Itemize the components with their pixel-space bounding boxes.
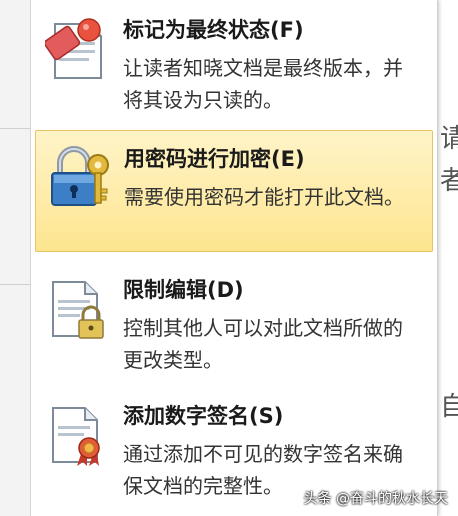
menu-item-description: 让读者知晓文档是最终版本，并将其设为只读的。: [123, 56, 403, 112]
menu-item-title: 限制编辑(D): [123, 278, 244, 302]
background-text-fragment: 请: [440, 124, 458, 154]
menu-item-title: 用密码进行加密(E): [124, 147, 305, 171]
background-text-fragment: 者: [440, 166, 458, 196]
menu-item-encrypt-with-password[interactable]: 用密码进行加密(E) 需要使用密码才能打开此文档。: [35, 130, 433, 252]
mark-final-icon: [43, 16, 111, 82]
separator: [0, 128, 30, 129]
menu-item-mark-as-final[interactable]: 标记为最终状态(F) 让读者知晓文档是最终版本，并将其设为只读的。: [35, 2, 433, 124]
separator: [0, 284, 30, 285]
watermark: 头条 @奋斗的秋水长天: [303, 491, 448, 507]
digital-signature-icon: [45, 402, 111, 468]
menu-item-restrict-editing[interactable]: 限制编辑(D) 控制其他人可以对此文档所做的更改类型。: [35, 262, 433, 384]
restrict-editing-icon: [45, 276, 111, 342]
menu-item-title: 添加数字签名(S): [123, 404, 284, 428]
background-text-fragment: 自: [440, 392, 458, 422]
screenshot-root: 请 者 自 标记为最终状态(F) 让读者知晓文档是最终版本，并将其设为只读的。 …: [0, 0, 458, 516]
menu-item-description: 需要使用密码才能打开此文档。: [124, 185, 404, 209]
menu-item-description: 控制其他人可以对此文档所做的更改类型。: [123, 316, 403, 372]
background-document: 请 者 自: [438, 0, 458, 516]
protect-document-menu: 标记为最终状态(F) 让读者知晓文档是最终版本，并将其设为只读的。 用密码进行加…: [30, 0, 438, 516]
menu-item-title: 标记为最终状态(F): [123, 18, 304, 42]
lock-key-icon: [46, 145, 112, 211]
menu-gutter: [0, 0, 30, 516]
